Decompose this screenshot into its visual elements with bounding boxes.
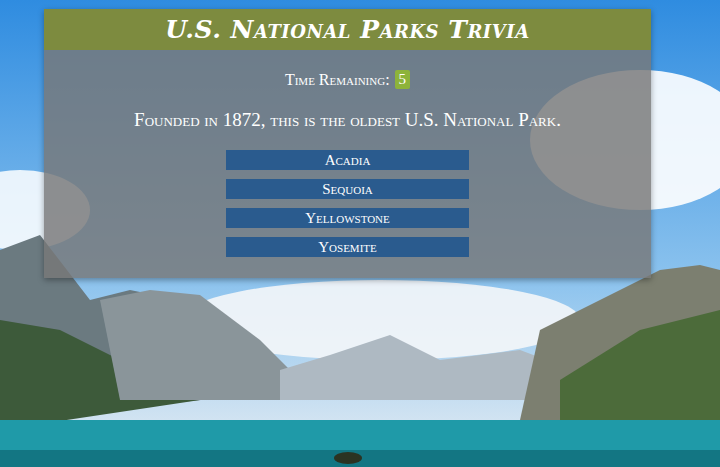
answer-button[interactable]: Acadia [226,150,469,170]
answer-button[interactable]: Yosemite [226,237,469,257]
question: Founded in 1872, this is the oldest U.S.… [134,109,561,131]
trivia-panel: U.S. National Parks Trivia Time Remaining… [44,9,651,278]
header: U.S. National Parks Trivia [44,9,651,50]
title: U.S. National Parks Trivia [165,15,529,44]
answer-button[interactable]: Yellowstone [226,208,469,228]
answer-button[interactable]: Sequoia [226,179,469,199]
timer-value: 5 [395,70,411,89]
page: U.S. National Parks Trivia Time Remaining… [0,0,720,467]
answer-list: Acadia Sequoia Yellowstone Yosemite [226,150,469,257]
timer: Time Remaining: 5 [285,70,410,89]
quiz-body: Time Remaining: 5 Founded in 1872, this is… [44,50,651,278]
timer-label: Time Remaining: [285,71,390,89]
